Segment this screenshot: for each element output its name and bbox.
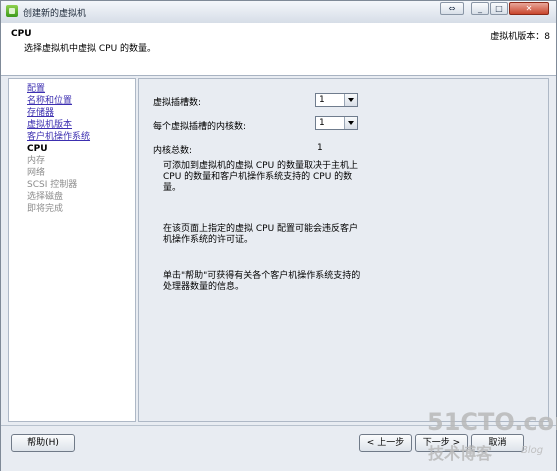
dropdown-arrow-icon[interactable] [344, 117, 357, 129]
minimize-button[interactable]: _ [471, 2, 489, 15]
watermark-blog: Blog [521, 445, 544, 456]
title-bar: 创建新的虚拟机 ⇔ _ □ ✕ [1, 1, 556, 23]
wizard-header: CPU 选择虚拟机中虚拟 CPU 的数量。 虚拟机版本：8 [1, 23, 556, 76]
restore-arrows-button[interactable]: ⇔ [440, 2, 464, 15]
info-paragraph-license: 在该页面上指定的虚拟 CPU 配置可能会违反客户机操作系统的许可证。 [163, 224, 359, 245]
dropdown-arrow-icon[interactable] [344, 94, 357, 106]
cores-per-socket-label: 每个虚拟插槽的内核数: [153, 122, 247, 132]
nav-item-guest-os[interactable]: 客户机操作系统 [27, 131, 90, 143]
info-paragraph-cpu-limit: 可添加到虚拟机的虚拟 CPU 的数量取决于主机上 CPU 的数量和客户机操作系统… [163, 161, 359, 193]
step-description: 选择虚拟机中虚拟 CPU 的数量。 [24, 44, 157, 54]
wizard-window: 创建新的虚拟机 ⇔ _ □ ✕ CPU 选择虚拟机中虚拟 CPU 的数量。 虚拟… [0, 0, 557, 471]
nav-item-scsi-controller: SCSI 控制器 [27, 180, 78, 190]
cores-per-socket-select[interactable]: 1 [315, 116, 358, 130]
window-title: 创建新的虚拟机 [23, 9, 87, 19]
nav-item-storage[interactable]: 存储器 [27, 107, 54, 119]
nav-item-cpu: CPU [27, 144, 48, 154]
step-title: CPU [11, 29, 32, 39]
watermark-tech-blog: 技术博客 [428, 444, 493, 463]
close-button[interactable]: ✕ [509, 2, 549, 15]
info-paragraph-help: 单击"帮助"可获得有关各个客户机操作系统支持的处理器数量的信息。 [163, 271, 361, 292]
total-cores-value: 1 [317, 143, 323, 153]
wizard-steps-nav: 配置 名称和位置 存储器 虚拟机版本 客户机操作系统 CPU 内存 网络 SCS… [8, 78, 136, 422]
sockets-label: 虚拟插槽数: [153, 98, 202, 108]
nav-item-network: 网络 [27, 168, 46, 178]
total-cores-label: 内核总数: [153, 146, 193, 156]
nav-item-config[interactable]: 配置 [27, 83, 45, 95]
cpu-settings-panel: 虚拟插槽数: 1 每个虚拟插槽的内核数: 1 内核总数: 1 可添加到虚拟机的虚… [138, 78, 549, 422]
help-button[interactable]: 帮助(H) [11, 434, 75, 452]
sockets-select-value: 1 [319, 95, 325, 105]
nav-item-name-location[interactable]: 名称和位置 [27, 95, 72, 107]
maximize-button[interactable]: □ [490, 2, 508, 15]
nav-item-vm-version[interactable]: 虚拟机版本 [27, 119, 72, 131]
vm-app-icon [6, 5, 18, 17]
nav-item-select-disk: 选择磁盘 [27, 192, 64, 202]
back-button[interactable]: < 上一步 [359, 434, 412, 452]
nav-item-ready-complete: 即将完成 [27, 204, 64, 214]
cores-select-value: 1 [319, 118, 325, 128]
watermark-logo: 51CTO.com [427, 408, 557, 436]
vm-version-label: 虚拟机版本：8 [490, 32, 550, 42]
sockets-select[interactable]: 1 [315, 93, 358, 107]
nav-item-memory: 内存 [27, 156, 46, 166]
